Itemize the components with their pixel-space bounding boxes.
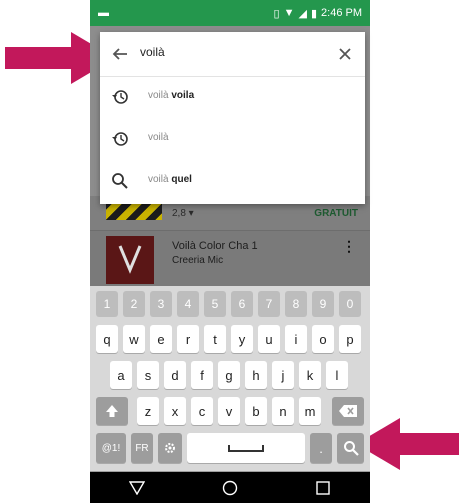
key-h[interactable]: h: [245, 361, 267, 389]
key-v[interactable]: v: [218, 397, 240, 425]
close-icon[interactable]: [335, 44, 355, 64]
key-2[interactable]: 2: [123, 291, 145, 317]
suggestion-text: voilà quel: [148, 174, 192, 185]
signal-icon: ◢: [298, 7, 307, 20]
app-title: Voilà Color Cha 1: [172, 240, 258, 252]
notification-icon: ▬: [98, 7, 109, 19]
key-6[interactable]: 6: [231, 291, 253, 317]
key-k[interactable]: k: [299, 361, 321, 389]
key-9[interactable]: 9: [312, 291, 334, 317]
status-bar: ▬ ▯ ▼ ◢ ▮ 2:46 PM: [90, 0, 370, 26]
back-triangle-icon: [128, 480, 145, 495]
key-c[interactable]: c: [191, 397, 213, 425]
key-a[interactable]: a: [110, 361, 132, 389]
search-key[interactable]: [337, 433, 364, 463]
wifi-icon: ▼: [283, 7, 295, 19]
symbols-key[interactable]: @1!: [96, 433, 126, 463]
shift-key[interactable]: [96, 397, 128, 425]
shift-icon: [106, 405, 118, 417]
key-d[interactable]: d: [164, 361, 186, 389]
key-1[interactable]: 1: [96, 291, 118, 317]
price-label: GRATUIT: [314, 208, 358, 219]
v-logo-icon: [118, 245, 142, 274]
history-icon: [112, 90, 128, 104]
key-j[interactable]: j: [272, 361, 294, 389]
key-i[interactable]: i: [285, 325, 307, 353]
more-options-icon[interactable]: ⋮: [342, 238, 356, 255]
suggestion-item[interactable]: voilà: [100, 118, 365, 160]
key-p[interactable]: p: [339, 325, 361, 353]
back-arrow-icon[interactable]: [110, 44, 130, 64]
key-e[interactable]: e: [150, 325, 172, 353]
app-developer: Creeria Mic: [172, 255, 224, 266]
key-3[interactable]: 3: [150, 291, 172, 317]
backspace-icon: [339, 405, 357, 417]
key-f[interactable]: f: [191, 361, 213, 389]
key-8[interactable]: 8: [285, 291, 307, 317]
key-u[interactable]: u: [258, 325, 280, 353]
space-bar-icon: [228, 445, 264, 452]
period-key[interactable]: .: [310, 433, 332, 463]
suggestion-item[interactable]: voilà quel: [100, 160, 365, 202]
keyboard: 1 2 3 4 5 6 7 8 9 0 q w e r t y u i o p …: [90, 286, 370, 471]
key-w[interactable]: w: [123, 325, 145, 353]
navigation-bar: [90, 472, 370, 503]
key-x[interactable]: x: [164, 397, 186, 425]
app-rating: 2,8 ▾: [172, 208, 194, 219]
key-q[interactable]: q: [96, 325, 118, 353]
key-5[interactable]: 5: [204, 291, 226, 317]
suggestion-text: voilà: [148, 132, 169, 143]
search-suggestions-panel: voilà voilà voila voilà voilà quel: [100, 32, 365, 204]
battery-icon: ▮: [310, 7, 318, 20]
backspace-key[interactable]: [332, 397, 364, 425]
key-b[interactable]: b: [245, 397, 267, 425]
key-m[interactable]: m: [299, 397, 321, 425]
suggestion-text: voilà voila: [148, 90, 195, 101]
clock: 2:46 PM: [321, 7, 362, 19]
key-s[interactable]: s: [137, 361, 159, 389]
suggestion-item[interactable]: voilà voila: [100, 76, 365, 118]
key-g[interactable]: g: [218, 361, 240, 389]
key-4[interactable]: 4: [177, 291, 199, 317]
history-icon: [112, 132, 128, 146]
vibrate-icon: ▯: [273, 7, 280, 20]
home-circle-icon: [222, 480, 238, 495]
settings-key[interactable]: [158, 433, 182, 463]
recents-button[interactable]: [311, 478, 335, 498]
search-icon: [112, 173, 128, 189]
key-n[interactable]: n: [272, 397, 294, 425]
key-r[interactable]: r: [177, 325, 199, 353]
key-y[interactable]: y: [231, 325, 253, 353]
key-z[interactable]: z: [137, 397, 159, 425]
language-key[interactable]: FR: [131, 433, 153, 463]
gear-icon: [165, 443, 175, 453]
key-l[interactable]: l: [326, 361, 348, 389]
key-0[interactable]: 0: [339, 291, 361, 317]
key-7[interactable]: 7: [258, 291, 280, 317]
key-o[interactable]: o: [312, 325, 334, 353]
right-pointer-arrow-icon: [356, 418, 459, 470]
back-button[interactable]: [125, 478, 149, 498]
search-input[interactable]: voilà: [140, 45, 165, 59]
home-button[interactable]: [218, 478, 242, 498]
space-key[interactable]: [187, 433, 305, 463]
recents-square-icon: [316, 480, 331, 495]
search-icon: [343, 441, 359, 456]
search-bar[interactable]: voilà: [100, 32, 365, 77]
key-t[interactable]: t: [204, 325, 226, 353]
